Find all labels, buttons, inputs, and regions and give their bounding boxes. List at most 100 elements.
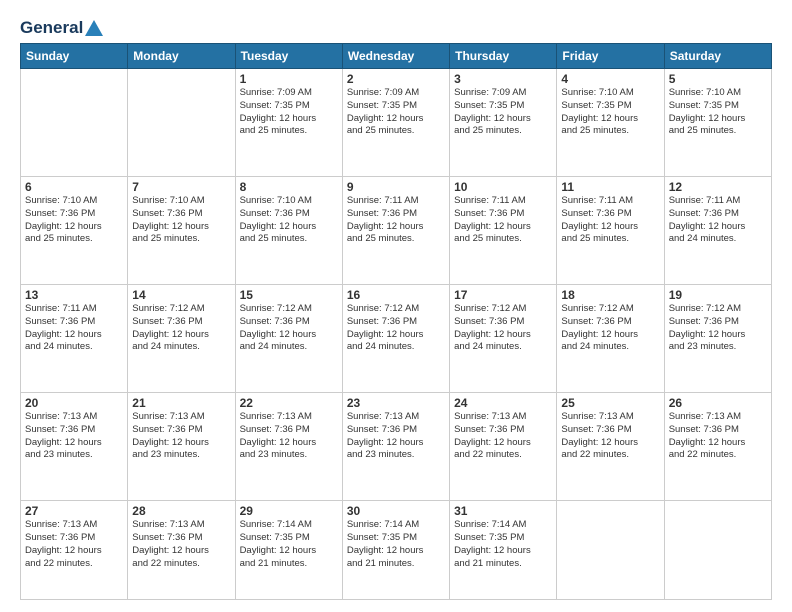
cell-info: Sunrise: 7:12 AM Sunset: 7:36 PM Dayligh… <box>561 303 659 354</box>
calendar-cell: 1Sunrise: 7:09 AM Sunset: 7:35 PM Daylig… <box>235 69 342 177</box>
day-number: 10 <box>454 180 552 194</box>
week-row-2: 13Sunrise: 7:11 AM Sunset: 7:36 PM Dayli… <box>21 285 772 393</box>
week-row-1: 6Sunrise: 7:10 AM Sunset: 7:36 PM Daylig… <box>21 177 772 285</box>
calendar-cell: 23Sunrise: 7:13 AM Sunset: 7:36 PM Dayli… <box>342 393 449 501</box>
day-number: 11 <box>561 180 659 194</box>
day-number: 19 <box>669 288 767 302</box>
cell-info: Sunrise: 7:14 AM Sunset: 7:35 PM Dayligh… <box>454 519 552 570</box>
calendar-cell: 2Sunrise: 7:09 AM Sunset: 7:35 PM Daylig… <box>342 69 449 177</box>
day-number: 31 <box>454 504 552 518</box>
day-number: 17 <box>454 288 552 302</box>
day-number: 9 <box>347 180 445 194</box>
cell-info: Sunrise: 7:11 AM Sunset: 7:36 PM Dayligh… <box>347 195 445 246</box>
calendar-cell: 6Sunrise: 7:10 AM Sunset: 7:36 PM Daylig… <box>21 177 128 285</box>
calendar-cell <box>128 69 235 177</box>
day-number: 5 <box>669 72 767 86</box>
day-number: 7 <box>132 180 230 194</box>
cell-info: Sunrise: 7:12 AM Sunset: 7:36 PM Dayligh… <box>240 303 338 354</box>
day-number: 1 <box>240 72 338 86</box>
cell-info: Sunrise: 7:09 AM Sunset: 7:35 PM Dayligh… <box>347 87 445 138</box>
calendar-cell: 7Sunrise: 7:10 AM Sunset: 7:36 PM Daylig… <box>128 177 235 285</box>
cell-info: Sunrise: 7:11 AM Sunset: 7:36 PM Dayligh… <box>561 195 659 246</box>
cell-info: Sunrise: 7:09 AM Sunset: 7:35 PM Dayligh… <box>240 87 338 138</box>
page: General SundayMondayTuesdayWednesdayThur… <box>0 0 792 612</box>
calendar-cell <box>664 501 771 600</box>
weekday-header-friday: Friday <box>557 44 664 69</box>
calendar-cell: 15Sunrise: 7:12 AM Sunset: 7:36 PM Dayli… <box>235 285 342 393</box>
day-number: 23 <box>347 396 445 410</box>
day-number: 25 <box>561 396 659 410</box>
calendar-cell: 5Sunrise: 7:10 AM Sunset: 7:35 PM Daylig… <box>664 69 771 177</box>
calendar-header-row: SundayMondayTuesdayWednesdayThursdayFrid… <box>21 44 772 69</box>
cell-info: Sunrise: 7:10 AM Sunset: 7:36 PM Dayligh… <box>132 195 230 246</box>
calendar-cell: 18Sunrise: 7:12 AM Sunset: 7:36 PM Dayli… <box>557 285 664 393</box>
cell-info: Sunrise: 7:12 AM Sunset: 7:36 PM Dayligh… <box>454 303 552 354</box>
calendar-cell: 20Sunrise: 7:13 AM Sunset: 7:36 PM Dayli… <box>21 393 128 501</box>
cell-info: Sunrise: 7:12 AM Sunset: 7:36 PM Dayligh… <box>132 303 230 354</box>
day-number: 28 <box>132 504 230 518</box>
calendar-cell: 8Sunrise: 7:10 AM Sunset: 7:36 PM Daylig… <box>235 177 342 285</box>
cell-info: Sunrise: 7:09 AM Sunset: 7:35 PM Dayligh… <box>454 87 552 138</box>
cell-info: Sunrise: 7:11 AM Sunset: 7:36 PM Dayligh… <box>25 303 123 354</box>
cell-info: Sunrise: 7:13 AM Sunset: 7:36 PM Dayligh… <box>25 411 123 462</box>
calendar-table: SundayMondayTuesdayWednesdayThursdayFrid… <box>20 43 772 600</box>
day-number: 8 <box>240 180 338 194</box>
cell-info: Sunrise: 7:10 AM Sunset: 7:35 PM Dayligh… <box>669 87 767 138</box>
day-number: 14 <box>132 288 230 302</box>
cell-info: Sunrise: 7:14 AM Sunset: 7:35 PM Dayligh… <box>240 519 338 570</box>
day-number: 30 <box>347 504 445 518</box>
cell-info: Sunrise: 7:13 AM Sunset: 7:36 PM Dayligh… <box>25 519 123 570</box>
cell-info: Sunrise: 7:13 AM Sunset: 7:36 PM Dayligh… <box>454 411 552 462</box>
cell-info: Sunrise: 7:10 AM Sunset: 7:35 PM Dayligh… <box>561 87 659 138</box>
day-number: 27 <box>25 504 123 518</box>
cell-info: Sunrise: 7:10 AM Sunset: 7:36 PM Dayligh… <box>25 195 123 246</box>
logo: General <box>20 18 103 35</box>
cell-info: Sunrise: 7:13 AM Sunset: 7:36 PM Dayligh… <box>347 411 445 462</box>
cell-info: Sunrise: 7:11 AM Sunset: 7:36 PM Dayligh… <box>454 195 552 246</box>
calendar-cell: 13Sunrise: 7:11 AM Sunset: 7:36 PM Dayli… <box>21 285 128 393</box>
calendar-cell: 24Sunrise: 7:13 AM Sunset: 7:36 PM Dayli… <box>450 393 557 501</box>
calendar-cell: 30Sunrise: 7:14 AM Sunset: 7:35 PM Dayli… <box>342 501 449 600</box>
calendar-cell <box>557 501 664 600</box>
calendar-cell: 25Sunrise: 7:13 AM Sunset: 7:36 PM Dayli… <box>557 393 664 501</box>
day-number: 6 <box>25 180 123 194</box>
week-row-0: 1Sunrise: 7:09 AM Sunset: 7:35 PM Daylig… <box>21 69 772 177</box>
weekday-header-sunday: Sunday <box>21 44 128 69</box>
day-number: 29 <box>240 504 338 518</box>
day-number: 20 <box>25 396 123 410</box>
calendar-cell: 21Sunrise: 7:13 AM Sunset: 7:36 PM Dayli… <box>128 393 235 501</box>
day-number: 12 <box>669 180 767 194</box>
calendar-cell: 31Sunrise: 7:14 AM Sunset: 7:35 PM Dayli… <box>450 501 557 600</box>
day-number: 15 <box>240 288 338 302</box>
weekday-header-thursday: Thursday <box>450 44 557 69</box>
day-number: 4 <box>561 72 659 86</box>
cell-info: Sunrise: 7:10 AM Sunset: 7:36 PM Dayligh… <box>240 195 338 246</box>
cell-info: Sunrise: 7:11 AM Sunset: 7:36 PM Dayligh… <box>669 195 767 246</box>
calendar-cell: 19Sunrise: 7:12 AM Sunset: 7:36 PM Dayli… <box>664 285 771 393</box>
calendar-cell: 10Sunrise: 7:11 AM Sunset: 7:36 PM Dayli… <box>450 177 557 285</box>
cell-info: Sunrise: 7:13 AM Sunset: 7:36 PM Dayligh… <box>561 411 659 462</box>
day-number: 26 <box>669 396 767 410</box>
cell-info: Sunrise: 7:13 AM Sunset: 7:36 PM Dayligh… <box>240 411 338 462</box>
weekday-header-wednesday: Wednesday <box>342 44 449 69</box>
day-number: 13 <box>25 288 123 302</box>
day-number: 3 <box>454 72 552 86</box>
weekday-header-monday: Monday <box>128 44 235 69</box>
cell-info: Sunrise: 7:13 AM Sunset: 7:36 PM Dayligh… <box>132 519 230 570</box>
week-row-4: 27Sunrise: 7:13 AM Sunset: 7:36 PM Dayli… <box>21 501 772 600</box>
cell-info: Sunrise: 7:12 AM Sunset: 7:36 PM Dayligh… <box>669 303 767 354</box>
cell-info: Sunrise: 7:13 AM Sunset: 7:36 PM Dayligh… <box>132 411 230 462</box>
calendar-cell: 17Sunrise: 7:12 AM Sunset: 7:36 PM Dayli… <box>450 285 557 393</box>
calendar-cell: 3Sunrise: 7:09 AM Sunset: 7:35 PM Daylig… <box>450 69 557 177</box>
weekday-header-saturday: Saturday <box>664 44 771 69</box>
day-number: 2 <box>347 72 445 86</box>
weekday-header-tuesday: Tuesday <box>235 44 342 69</box>
calendar-cell: 9Sunrise: 7:11 AM Sunset: 7:36 PM Daylig… <box>342 177 449 285</box>
calendar-cell: 26Sunrise: 7:13 AM Sunset: 7:36 PM Dayli… <box>664 393 771 501</box>
header: General <box>20 18 772 35</box>
calendar-cell: 12Sunrise: 7:11 AM Sunset: 7:36 PM Dayli… <box>664 177 771 285</box>
cell-info: Sunrise: 7:13 AM Sunset: 7:36 PM Dayligh… <box>669 411 767 462</box>
logo-arrow-icon <box>85 20 103 36</box>
day-number: 21 <box>132 396 230 410</box>
logo-general-text: General <box>20 18 83 38</box>
